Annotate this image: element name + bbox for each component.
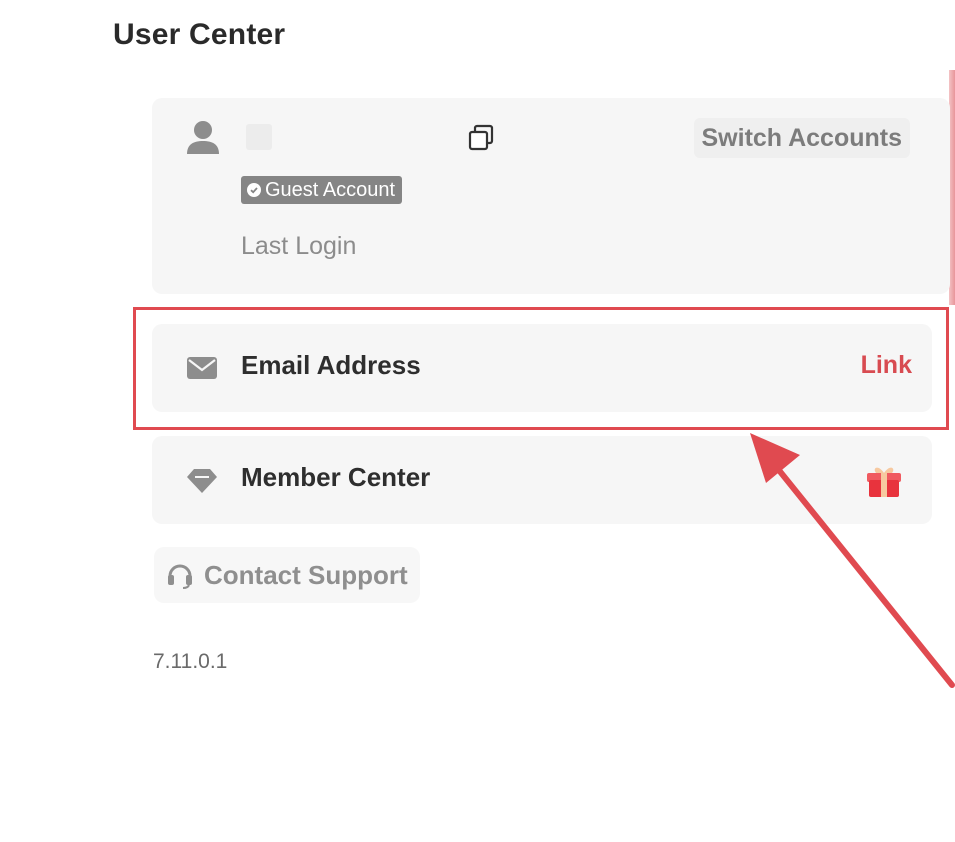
guest-account-label: Guest Account [265, 179, 396, 201]
app-version: 7.11.0.1 [153, 650, 228, 673]
username-blurred [246, 124, 272, 150]
account-card: Switch Accounts Guest Account Last Login [152, 98, 950, 294]
annotation-arrow [750, 433, 955, 688]
user-center-page: User Center Switch Accounts Guest Accoun… [0, 0, 955, 842]
switch-accounts-button[interactable]: Switch Accounts [693, 118, 910, 158]
guest-account-badge: Guest Account [241, 176, 403, 204]
annotation-highlight-box [133, 307, 949, 430]
member-center-label: Member Center [241, 462, 431, 492]
check-circle-icon [247, 183, 261, 197]
contact-support-label: Contact Support [204, 559, 408, 590]
copy-icon[interactable] [466, 123, 496, 153]
user-icon [187, 121, 219, 154]
last-login-label: Last Login [241, 232, 357, 260]
contact-support-button[interactable]: Contact Support [154, 547, 420, 603]
headset-icon [168, 564, 192, 589]
diamond-icon [187, 469, 217, 493]
page-title: User Center [113, 18, 286, 51]
